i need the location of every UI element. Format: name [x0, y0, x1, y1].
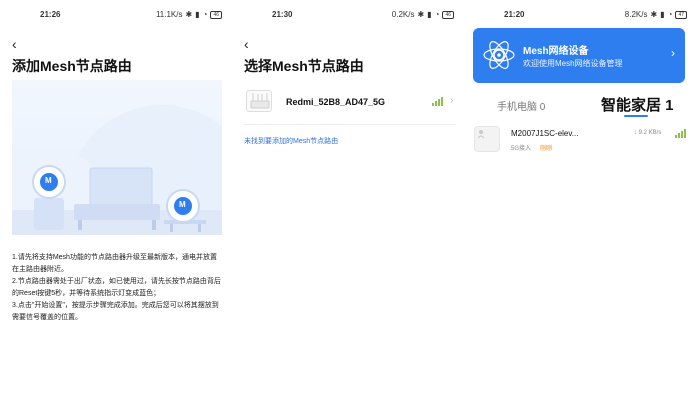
chevron-right-icon: ›	[450, 95, 454, 106]
page-title: 选择Mesh节点路由	[244, 58, 364, 74]
tab-phone-pc[interactable]: 手机电脑 0	[497, 98, 545, 113]
wifi-icon: ◔	[667, 10, 673, 19]
net-speed: 0.2K/s	[391, 10, 415, 19]
signal-icon: ▮	[427, 10, 432, 19]
banner-subtitle: 欢迎使用Mesh网络设备管理	[523, 59, 623, 68]
signal-icon: ▮	[660, 10, 665, 19]
active-tab-indicator	[624, 115, 648, 117]
instruction-1: 1.请先将支持Mesh功能的节点路由器升级至最新版本，通电并放置在主路由器附近。	[12, 254, 217, 273]
device-connection: 5G接入	[511, 146, 532, 152]
instructions: 1.请先将支持Mesh功能的节点路由器升级至最新版本，通电并放置在主路由器附近。…	[12, 252, 222, 324]
wifi-icon: ◔	[434, 10, 440, 19]
mesh-illustration: M M	[12, 80, 222, 235]
screen-select-mesh-node: 21:30 0.2K/s ✱ ▮ ◔ 46 ‹ 选择Mesh节点路由	[232, 0, 462, 400]
device-speed: ↓ 9.2 KB/s	[634, 130, 662, 136]
status-time: 21:20	[504, 10, 525, 19]
router-name: Redmi_52B8_AD47_5G	[286, 97, 386, 107]
status-time: 21:30	[272, 10, 293, 19]
banner-title: Mesh网络设备	[523, 46, 589, 57]
status-bar: 21:20 8.2K/s ✱ ▮ ◔ 47	[464, 10, 695, 22]
bluetooth-icon: ✱	[650, 10, 658, 19]
router-logo-left: M	[45, 176, 52, 185]
battery-icon: 46	[210, 10, 222, 19]
status-bar: 21:30 0.2K/s ✱ ▮ ◔ 46	[232, 10, 462, 22]
mesh-devices-banner[interactable]: Mesh网络设备 欢迎使用Mesh网络设备管理 ›	[473, 28, 685, 83]
bluetooth-icon: ✱	[417, 10, 425, 19]
wifi-signal-icon	[432, 97, 443, 106]
tab-smart-home[interactable]: 智能家居 1	[601, 94, 674, 115]
divider	[244, 124, 456, 125]
device-signal-icon	[675, 129, 686, 138]
back-button[interactable]: ‹	[244, 36, 249, 52]
device-new-badge: 刚刚	[540, 146, 553, 152]
battery-icon: 46	[442, 10, 454, 19]
router-list-item[interactable]: Redmi_52B8_AD47_5G ›	[244, 88, 459, 118]
wifi-icon: ◔	[202, 10, 208, 19]
bluetooth-icon: ✱	[185, 10, 193, 19]
net-speed: 11.1K/s	[155, 10, 183, 19]
device-name[interactable]: M2007J1SC-elev...	[511, 129, 578, 138]
net-speed: 8.2K/s	[624, 10, 648, 19]
room-illustration-icon	[12, 105, 222, 235]
chevron-right-icon: ›	[671, 46, 675, 60]
router-logo-right: M	[179, 200, 186, 209]
battery-icon: 47	[675, 10, 687, 19]
signal-icon: ▮	[195, 10, 200, 19]
instruction-3: 3.点击"开始设置"，按提示步骤完成添加。完成后您可以将其摆放到需要信号覆盖的位…	[12, 302, 219, 321]
status-time: 21:26	[40, 10, 61, 19]
mesh-network-icon	[483, 41, 515, 69]
router-device-icon	[246, 90, 272, 112]
status-bar: 21:26 11.1K/s ✱ ▮ ◔ 46	[0, 10, 230, 22]
device-icon	[474, 126, 500, 152]
instruction-2: 2.节点路由器需处于出厂状态，如已使用过，请先长按节点路由背后的Reset按键5…	[12, 278, 221, 297]
back-button[interactable]: ‹	[12, 36, 17, 52]
not-found-link[interactable]: 未找到要添加的Mesh节点路由	[244, 136, 338, 146]
page-title: 添加Mesh节点路由	[12, 58, 132, 74]
